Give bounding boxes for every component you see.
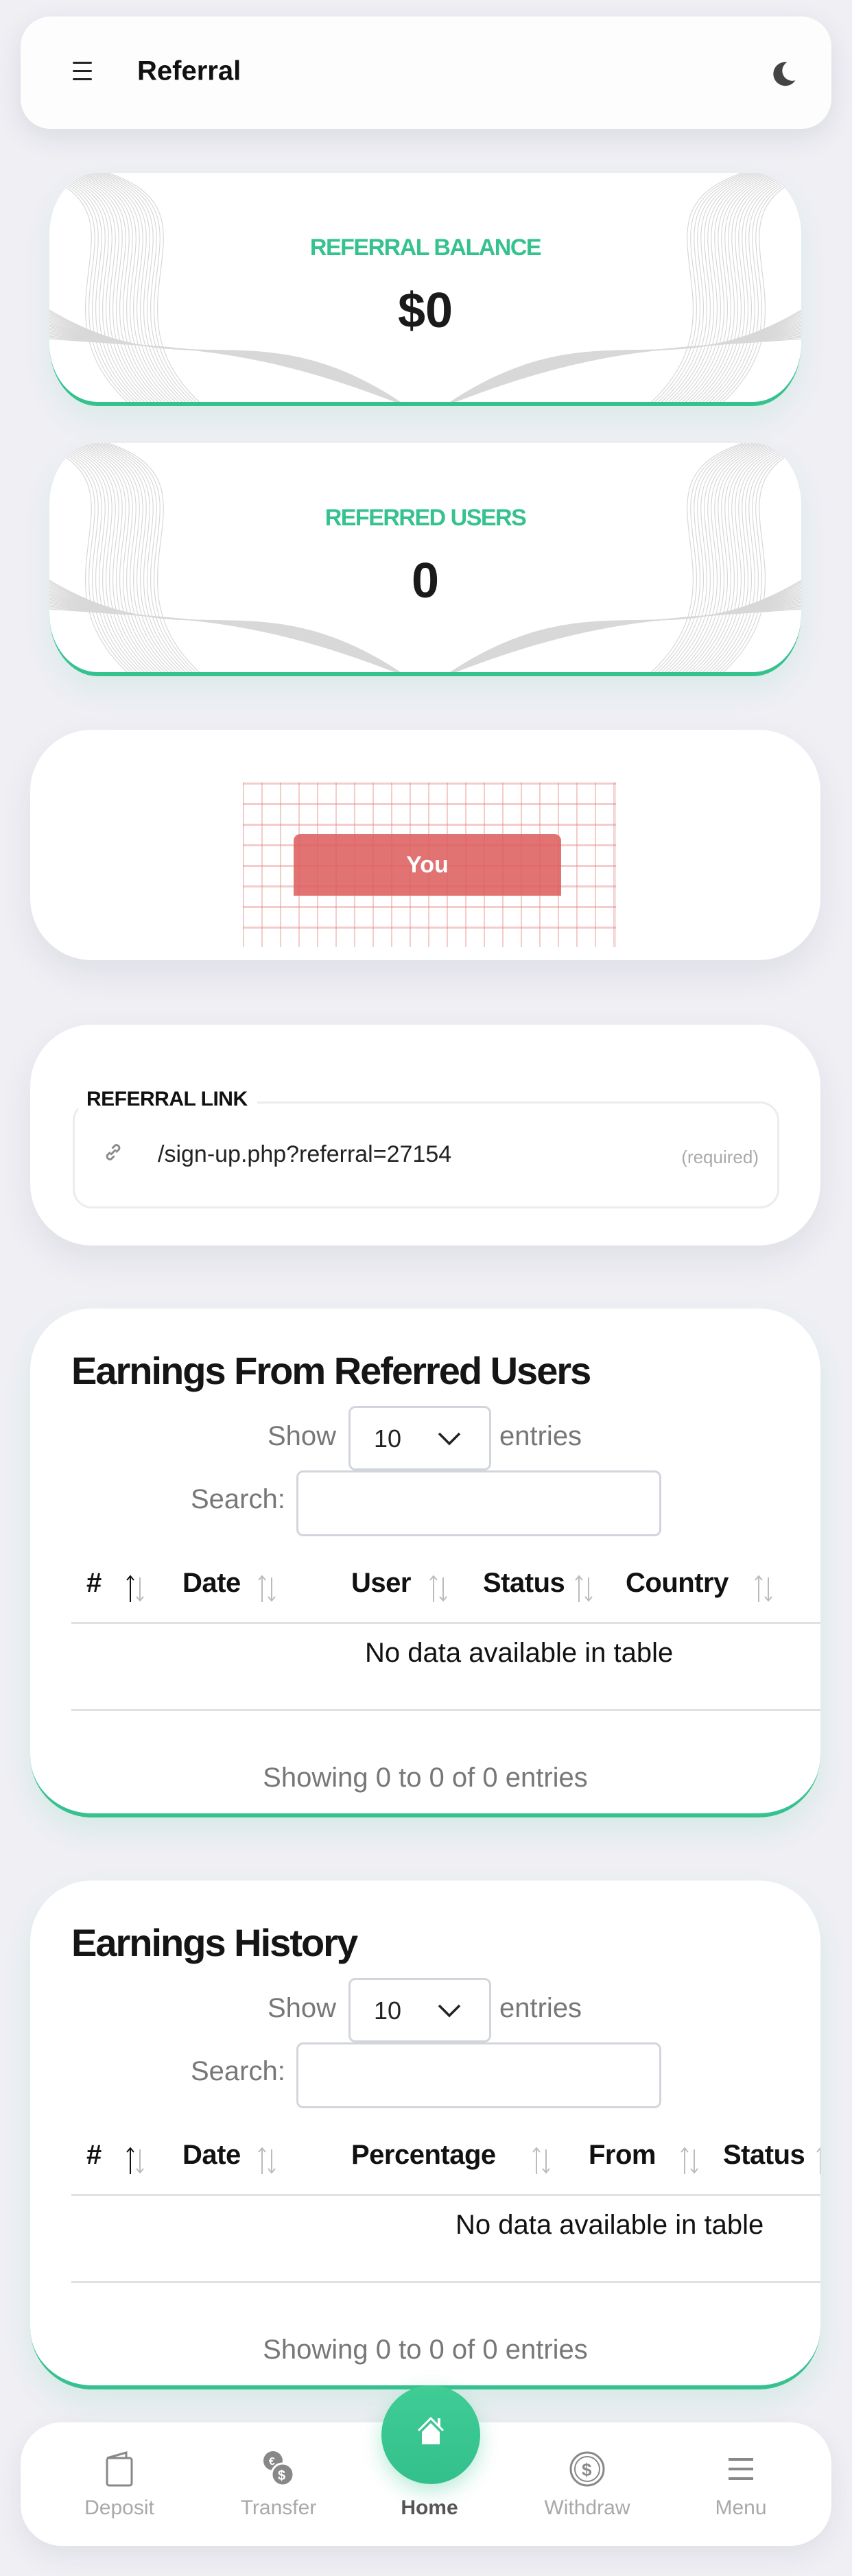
svg-text:$: $	[582, 2459, 592, 2480]
referral-link-legend: REFERRAL LINK	[78, 1088, 257, 1111]
search-label: Search:	[191, 2056, 285, 2086]
search-input[interactable]	[296, 1470, 661, 1536]
nav-transfer[interactable]: € $ Transfer	[210, 2422, 347, 2546]
page-size-select[interactable]: 10	[348, 1978, 491, 2042]
column-header-status[interactable]: Status	[483, 1568, 565, 1599]
column-header-user[interactable]: User	[351, 1568, 411, 1599]
column-header-date[interactable]: Date	[182, 1568, 241, 1599]
table-title: Earnings From Referred Users	[71, 1349, 591, 1392]
chevron-down-icon	[438, 1432, 461, 1446]
earnings-referred-users-panel: Earnings From Referred Users Show 10 ent…	[30, 1309, 820, 1817]
referral-tree-card: You	[30, 730, 820, 960]
nav-label: Withdraw	[544, 2496, 630, 2519]
page-size-control: Show 10 entries	[30, 1978, 820, 2044]
sort-icon[interactable]	[257, 2145, 277, 2177]
home-icon	[417, 2416, 445, 2444]
menu-icon	[729, 2458, 753, 2480]
table-info: Showing 0 to 0 of 0 entries	[263, 2335, 588, 2365]
required-hint: (required)	[681, 1147, 759, 1167]
hamburger-icon[interactable]	[73, 62, 95, 81]
page-size-control: Show 10 entries	[30, 1406, 820, 1472]
nav-withdraw[interactable]: $ Withdraw	[519, 2422, 656, 2546]
svg-text:$: $	[278, 2468, 285, 2483]
stat-value: $0	[397, 283, 453, 338]
currency-exchange-icon: € $	[263, 2451, 295, 2487]
nav-label: Menu	[715, 2496, 767, 2519]
column-header-date[interactable]: Date	[182, 2140, 241, 2171]
table-title: Earnings History	[71, 1921, 358, 1964]
table-header: # Date Percentage From Status	[71, 2127, 820, 2196]
sort-icon[interactable]	[573, 1573, 594, 1605]
page-size-value: 10	[374, 1424, 402, 1453]
column-header-number[interactable]: #	[86, 2140, 102, 2171]
page-size-select[interactable]: 10	[348, 1406, 491, 1470]
table-header: # Date User Status Country	[71, 1555, 820, 1624]
home-button[interactable]	[381, 2385, 480, 2484]
column-header-from[interactable]: From	[589, 2140, 656, 2171]
table-info: Showing 0 to 0 of 0 entries	[263, 1763, 588, 1793]
column-header-status[interactable]: Status	[723, 2140, 805, 2171]
you-node[interactable]: You	[294, 834, 561, 896]
sort-icon[interactable]	[815, 2145, 820, 2177]
referral-link-card: REFERRAL LINK (required)	[30, 1025, 820, 1245]
stat-label: REFERRAL BALANCE	[309, 235, 542, 261]
nav-label: Deposit	[84, 2496, 154, 2519]
wallet-icon	[106, 2451, 133, 2487]
dollar-coin-icon: $	[569, 2451, 605, 2487]
nav-menu[interactable]: Menu	[672, 2422, 809, 2546]
entries-label: entries	[499, 1421, 582, 1451]
sort-icon[interactable]	[257, 1573, 277, 1605]
nav-label: Home	[401, 2496, 458, 2519]
referred-users-card: REFERRED USERS 0	[49, 443, 801, 676]
column-header-percentage[interactable]: Percentage	[351, 2140, 496, 2171]
table-divider	[71, 1709, 820, 1711]
show-label: Show	[268, 1421, 337, 1451]
chevron-down-icon	[438, 2004, 461, 2018]
search-label: Search:	[191, 1484, 285, 1514]
referral-link-input[interactable]	[158, 1141, 638, 1168]
top-header: Referral	[21, 16, 831, 129]
column-header-number[interactable]: #	[86, 1568, 102, 1599]
nav-label: Transfer	[240, 2496, 317, 2519]
column-header-country[interactable]: Country	[626, 1568, 729, 1599]
table-divider	[71, 2281, 820, 2283]
empty-table-message: No data available in table	[455, 2210, 764, 2240]
svg-text:€: €	[269, 2456, 275, 2468]
moon-icon[interactable]	[768, 59, 798, 89]
page-title: Referral	[137, 56, 241, 86]
stat-value: 0	[411, 553, 440, 608]
link-icon	[106, 1144, 121, 1160]
sort-icon[interactable]	[753, 1573, 774, 1605]
page-size-value: 10	[374, 1996, 402, 2025]
sort-icon[interactable]	[428, 1573, 449, 1605]
stat-label: REFERRED USERS	[324, 505, 527, 531]
sort-asc-icon[interactable]	[125, 2145, 145, 2177]
sort-icon[interactable]	[531, 2145, 552, 2177]
empty-table-message: No data available in table	[365, 1638, 674, 1668]
entries-label: entries	[499, 1993, 582, 2023]
earnings-history-panel: Earnings History Show 10 entries Search:…	[30, 1881, 820, 2389]
sort-asc-icon[interactable]	[125, 1573, 145, 1605]
show-label: Show	[268, 1993, 337, 2023]
search-input[interactable]	[296, 2042, 661, 2108]
referral-balance-card: REFERRAL BALANCE $0	[49, 173, 801, 406]
sort-icon[interactable]	[679, 2145, 700, 2177]
nav-deposit[interactable]: Deposit	[51, 2422, 188, 2546]
